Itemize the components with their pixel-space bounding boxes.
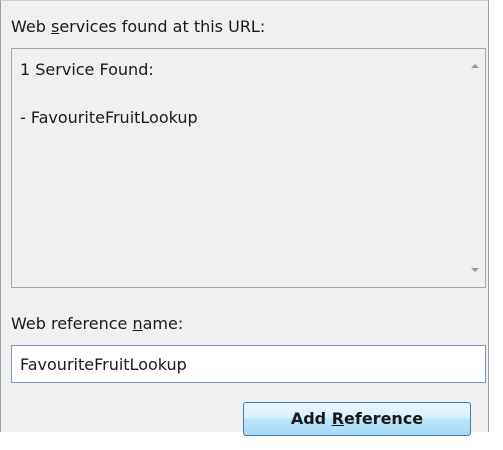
web-reference-name-input[interactable] xyxy=(11,345,486,383)
services-found-text: 1 Service Found: - FavouriteFruitLookup xyxy=(20,60,198,128)
vertical-scrollbar[interactable] xyxy=(466,49,485,287)
web-reference-name-label: Web reference name: xyxy=(11,314,184,333)
scroll-down-arrow-icon[interactable] xyxy=(471,268,479,272)
scroll-up-arrow-icon[interactable] xyxy=(471,64,479,68)
service-count-text: 1 Service Found: xyxy=(20,60,154,79)
services-found-list[interactable]: 1 Service Found: - FavouriteFruitLookup xyxy=(11,48,486,288)
web-reference-panel: Web services found at this URL: 1 Servic… xyxy=(0,0,489,436)
services-found-label: Web services found at this URL: xyxy=(11,17,266,36)
service-item: - FavouriteFruitLookup xyxy=(20,108,198,127)
add-reference-button[interactable]: Add Reference xyxy=(243,402,471,436)
